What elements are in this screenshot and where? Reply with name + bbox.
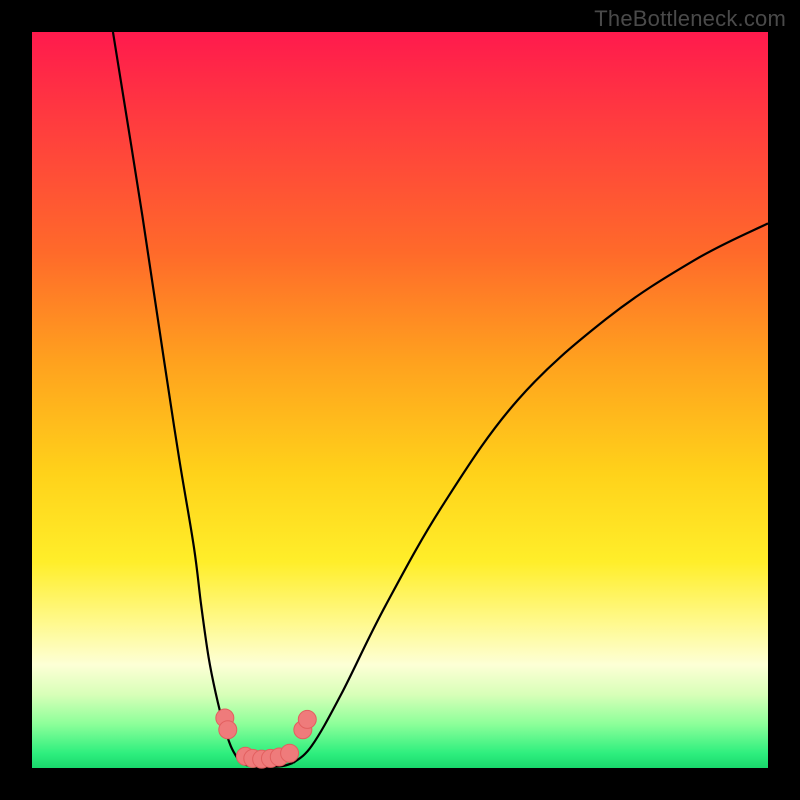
curve-left-branch	[113, 32, 242, 764]
bottleneck-curve	[32, 32, 768, 768]
data-marker	[219, 721, 237, 739]
plot-area	[32, 32, 768, 768]
data-marker	[281, 744, 299, 762]
marker-group	[216, 709, 316, 768]
watermark-text: TheBottleneck.com	[594, 6, 786, 32]
data-marker	[298, 710, 316, 728]
chart-frame: TheBottleneck.com	[0, 0, 800, 800]
curve-right-branch	[293, 223, 768, 762]
